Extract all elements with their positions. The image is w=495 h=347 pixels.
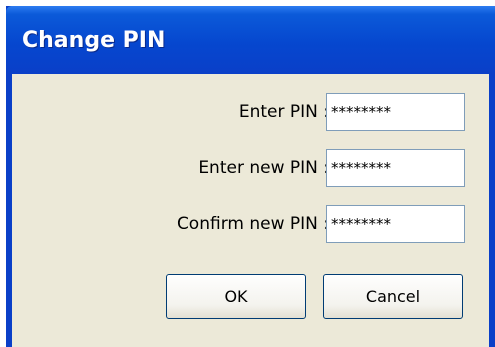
dialog-body: Enter PIN : Enter new PIN : Confirm new …: [12, 74, 489, 347]
confirm-new-pin-label: Confirm new PIN :: [176, 214, 329, 234]
confirm-new-pin-input[interactable]: [326, 205, 465, 243]
enter-new-pin-label: Enter new PIN :: [198, 158, 329, 178]
cancel-button[interactable]: Cancel: [323, 274, 463, 319]
change-pin-dialog: Change PIN Enter PIN : Enter new PIN : C…: [6, 6, 495, 347]
title-bar[interactable]: Change PIN: [6, 6, 495, 74]
enter-pin-label: Enter PIN :: [238, 102, 329, 122]
ok-button[interactable]: OK: [166, 274, 306, 319]
dialog-title: Change PIN: [22, 28, 166, 53]
enter-new-pin-input[interactable]: [326, 149, 465, 187]
enter-pin-input[interactable]: [326, 93, 465, 131]
